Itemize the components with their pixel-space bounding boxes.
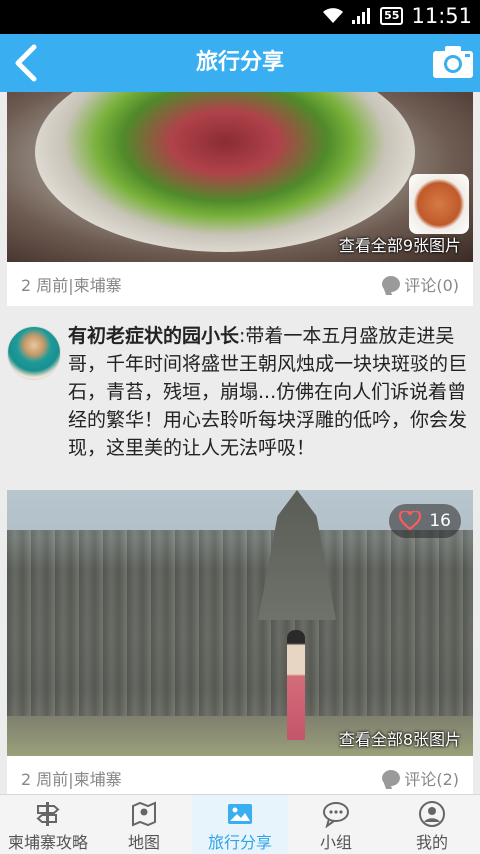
post-meta: 2 周前|柬埔寨 [21, 276, 122, 295]
comment-icon [382, 770, 401, 786]
map-icon [132, 801, 156, 827]
feed-list[interactable]: 查看全部9张图片 2 周前|柬埔寨 评论(0) 有初老症状的园小长:带着一本五月… [0, 92, 480, 794]
signpost-icon [36, 802, 60, 826]
profile-icon [419, 801, 445, 827]
signal-icon [352, 8, 372, 24]
post-author[interactable]: 有初老症状的园小长 [68, 325, 239, 347]
comment-count: 评论(2) [404, 770, 459, 789]
nav-item-label: 旅行分享 [207, 833, 272, 852]
nav-item-guide[interactable]: 柬埔寨攻略 [0, 795, 96, 854]
post-photo[interactable]: 16 查看全部8张图片 [7, 490, 473, 756]
bottom-nav: 柬埔寨攻略 地图 旅行分享 小组 我的 [0, 794, 480, 854]
chat-icon [323, 802, 349, 828]
nav-item-me[interactable]: 我的 [384, 795, 480, 854]
post-card[interactable]: 有初老症状的园小长:带着一本五月盛放走进吴哥，千年时间将盛世王朝风烛成一块块斑驳… [0, 316, 480, 794]
app-header: 旅行分享 [0, 34, 480, 92]
comment-icon [382, 276, 401, 292]
post-card[interactable]: 查看全部9张图片 2 周前|柬埔寨 评论(0) [7, 92, 473, 306]
avatar[interactable] [7, 326, 61, 380]
like-count: 16 [429, 511, 451, 531]
nav-item-label: 柬埔寨攻略 [7, 833, 88, 852]
comment-button[interactable]: 评论(2) [382, 766, 459, 790]
heart-icon [399, 511, 422, 531]
post-photo[interactable]: 查看全部9张图片 [7, 92, 473, 262]
nav-item-label: 小组 [319, 833, 352, 852]
view-all-photos-link[interactable]: 查看全部9张图片 [339, 232, 461, 256]
nav-item-share[interactable]: 旅行分享 [192, 795, 288, 854]
view-all-photos-link[interactable]: 查看全部8张图片 [339, 726, 461, 750]
clock: 11:51 [411, 4, 472, 28]
post-footer: 2 周前|柬埔寨 评论(2) [7, 756, 473, 794]
nav-item-group[interactable]: 小组 [288, 795, 384, 854]
status-bar: 55 11:51 [0, 0, 480, 34]
comment-button[interactable]: 评论(0) [382, 272, 459, 296]
nav-item-label: 我的 [415, 833, 448, 852]
like-button[interactable]: 16 [389, 504, 461, 538]
page-title: 旅行分享 [195, 50, 284, 75]
post-meta: 2 周前|柬埔寨 [21, 770, 122, 789]
comment-count: 评论(0) [404, 276, 459, 295]
photo-icon [228, 804, 252, 824]
wifi-icon [322, 8, 344, 24]
camera-icon [433, 46, 473, 78]
nav-item-map[interactable]: 地图 [96, 795, 192, 854]
post-text: 有初老症状的园小长:带着一本五月盛放走进吴哥，千年时间将盛世王朝风烛成一块块斑驳… [68, 322, 473, 462]
battery-indicator: 55 [380, 7, 404, 25]
nav-item-label: 地图 [127, 833, 160, 852]
camera-button[interactable] [432, 44, 474, 80]
